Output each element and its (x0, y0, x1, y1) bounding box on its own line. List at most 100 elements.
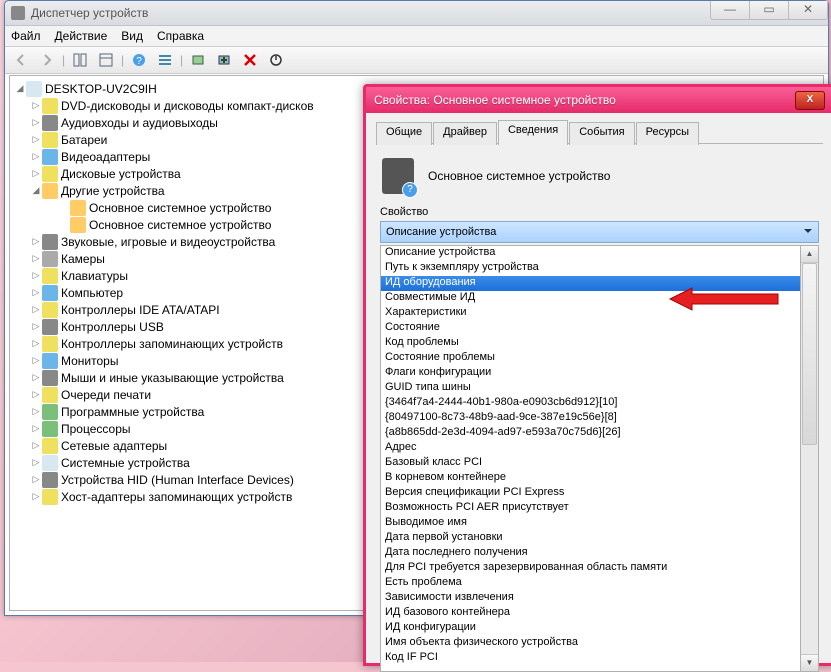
property-option[interactable]: Совместимые ИД (381, 291, 800, 306)
category-icon (42, 115, 58, 131)
property-option[interactable]: Для PCI требуется зарезервированная обла… (381, 561, 800, 576)
detail-view-button[interactable] (153, 49, 177, 71)
show-hide-tree-button[interactable] (68, 49, 92, 71)
scrollbar[interactable]: ▲ ▼ (801, 245, 819, 672)
property-option[interactable]: Описание устройства (381, 246, 800, 261)
titlebar[interactable]: Диспетчер устройств — ▭ ✕ (5, 1, 828, 26)
category-icon (42, 98, 58, 114)
property-option[interactable]: Состояние (381, 321, 800, 336)
device-icon (382, 158, 414, 194)
tab-events[interactable]: События (569, 122, 634, 145)
property-option[interactable]: Состояние проблемы (381, 351, 800, 366)
expand-icon[interactable]: ▷ (30, 440, 42, 451)
expand-icon[interactable]: ▷ (30, 457, 42, 468)
expand-icon[interactable]: ▷ (30, 168, 42, 179)
help-button[interactable]: ? (127, 49, 151, 71)
category-icon (42, 183, 58, 199)
scan-hardware-button[interactable] (186, 49, 210, 71)
expand-icon[interactable]: ▷ (30, 321, 42, 332)
expand-icon[interactable]: ▷ (30, 236, 42, 247)
expand-icon[interactable]: ▷ (30, 270, 42, 281)
property-option[interactable]: Дата первой установки (381, 531, 800, 546)
property-option[interactable]: {a8b865dd-2e3d-4094-ad97-e593a70c75d6}[2… (381, 426, 800, 441)
property-option[interactable]: Имя объекта физического устройства (381, 636, 800, 651)
property-combobox[interactable]: Описание устройства (380, 221, 819, 243)
property-option[interactable]: ИД оборудования (381, 276, 800, 291)
tab-resources[interactable]: Ресурсы (636, 122, 699, 145)
dialog-close-button[interactable]: X (795, 91, 825, 110)
expand-icon[interactable]: ▷ (30, 253, 42, 264)
property-option[interactable]: {3464f7a4-2444-40b1-980a-e0903cb6d912}[1… (381, 396, 800, 411)
properties-button[interactable] (94, 49, 118, 71)
back-button[interactable] (9, 49, 33, 71)
property-label: Свойство (380, 206, 819, 218)
property-option[interactable]: Путь к экземпляру устройства (381, 261, 800, 276)
category-icon (42, 285, 58, 301)
expand-icon[interactable]: ▷ (30, 389, 42, 400)
menu-action[interactable]: Действие (55, 29, 108, 43)
update-driver-button[interactable] (212, 49, 236, 71)
menu-file[interactable]: Файл (11, 29, 41, 43)
category-icon (42, 489, 58, 505)
property-option[interactable]: {80497100-8c73-48b9-aad-9ce-387e19c56e}[… (381, 411, 800, 426)
maximize-button[interactable]: ▭ (749, 1, 789, 20)
uninstall-button[interactable] (238, 49, 262, 71)
property-option[interactable]: Базовый класс PCI (381, 456, 800, 471)
property-dropdown-list[interactable]: Описание устройстваПуть к экземпляру уст… (380, 245, 801, 672)
expand-icon[interactable]: ▷ (30, 406, 42, 417)
expand-icon[interactable]: ▷ (30, 372, 42, 383)
scroll-thumb[interactable] (802, 263, 817, 445)
property-option[interactable]: Флаги конфигурации (381, 366, 800, 381)
category-icon (42, 132, 58, 148)
menu-help[interactable]: Справка (157, 29, 204, 43)
close-button[interactable]: ✕ (788, 1, 828, 20)
category-icon (42, 268, 58, 284)
device-name: Основное системное устройство (428, 169, 610, 183)
property-option[interactable]: Код IF PCI (381, 651, 800, 666)
disable-button[interactable] (264, 49, 288, 71)
property-option[interactable]: ИД базового контейнера (381, 606, 800, 621)
expand-icon[interactable]: ▷ (30, 134, 42, 145)
category-icon (42, 251, 58, 267)
category-icon (42, 353, 58, 369)
app-icon (11, 6, 25, 20)
computer-icon (26, 81, 42, 97)
category-icon (42, 166, 58, 182)
property-option[interactable]: Дата последнего получения (381, 546, 800, 561)
expand-icon[interactable]: ▷ (30, 100, 42, 111)
tab-general[interactable]: Общие (376, 122, 432, 145)
property-option[interactable]: Есть проблема (381, 576, 800, 591)
expand-icon[interactable]: ◢ (30, 185, 42, 196)
expand-icon[interactable]: ▷ (30, 474, 42, 485)
category-icon (42, 455, 58, 471)
property-option[interactable]: Характеристики (381, 306, 800, 321)
dialog-titlebar[interactable]: Свойства: Основное системное устройство … (366, 87, 831, 113)
scroll-down-button[interactable]: ▼ (801, 654, 818, 671)
property-option[interactable]: Выводимое имя (381, 516, 800, 531)
property-option[interactable]: GUID типа шины (381, 381, 800, 396)
property-option[interactable]: Код проблемы (381, 336, 800, 351)
category-icon (42, 336, 58, 352)
property-option[interactable]: В корневом контейнере (381, 471, 800, 486)
minimize-button[interactable]: — (710, 1, 750, 20)
property-option[interactable]: ИД конфигурации (381, 621, 800, 636)
expand-icon[interactable]: ▷ (30, 151, 42, 162)
expand-icon[interactable]: ▷ (30, 355, 42, 366)
property-option[interactable]: Версия спецификации PCI Express (381, 486, 800, 501)
tab-details[interactable]: Сведения (498, 120, 568, 145)
expand-icon[interactable]: ▷ (30, 304, 42, 315)
expand-icon[interactable]: ▷ (30, 423, 42, 434)
menu-view[interactable]: Вид (121, 29, 143, 43)
expand-icon[interactable]: ▷ (30, 287, 42, 298)
tab-driver[interactable]: Драйвер (433, 122, 497, 145)
property-option[interactable]: Зависимости извлечения (381, 591, 800, 606)
expand-icon[interactable]: ▷ (30, 338, 42, 349)
property-option[interactable]: Возможность PCI AER присутствует (381, 501, 800, 516)
scroll-up-button[interactable]: ▲ (801, 246, 818, 263)
category-icon (42, 234, 58, 250)
property-option[interactable]: Адрес (381, 441, 800, 456)
forward-button[interactable] (35, 49, 59, 71)
expand-icon[interactable]: ▷ (30, 491, 42, 502)
category-icon (42, 472, 58, 488)
expand-icon[interactable]: ▷ (30, 117, 42, 128)
